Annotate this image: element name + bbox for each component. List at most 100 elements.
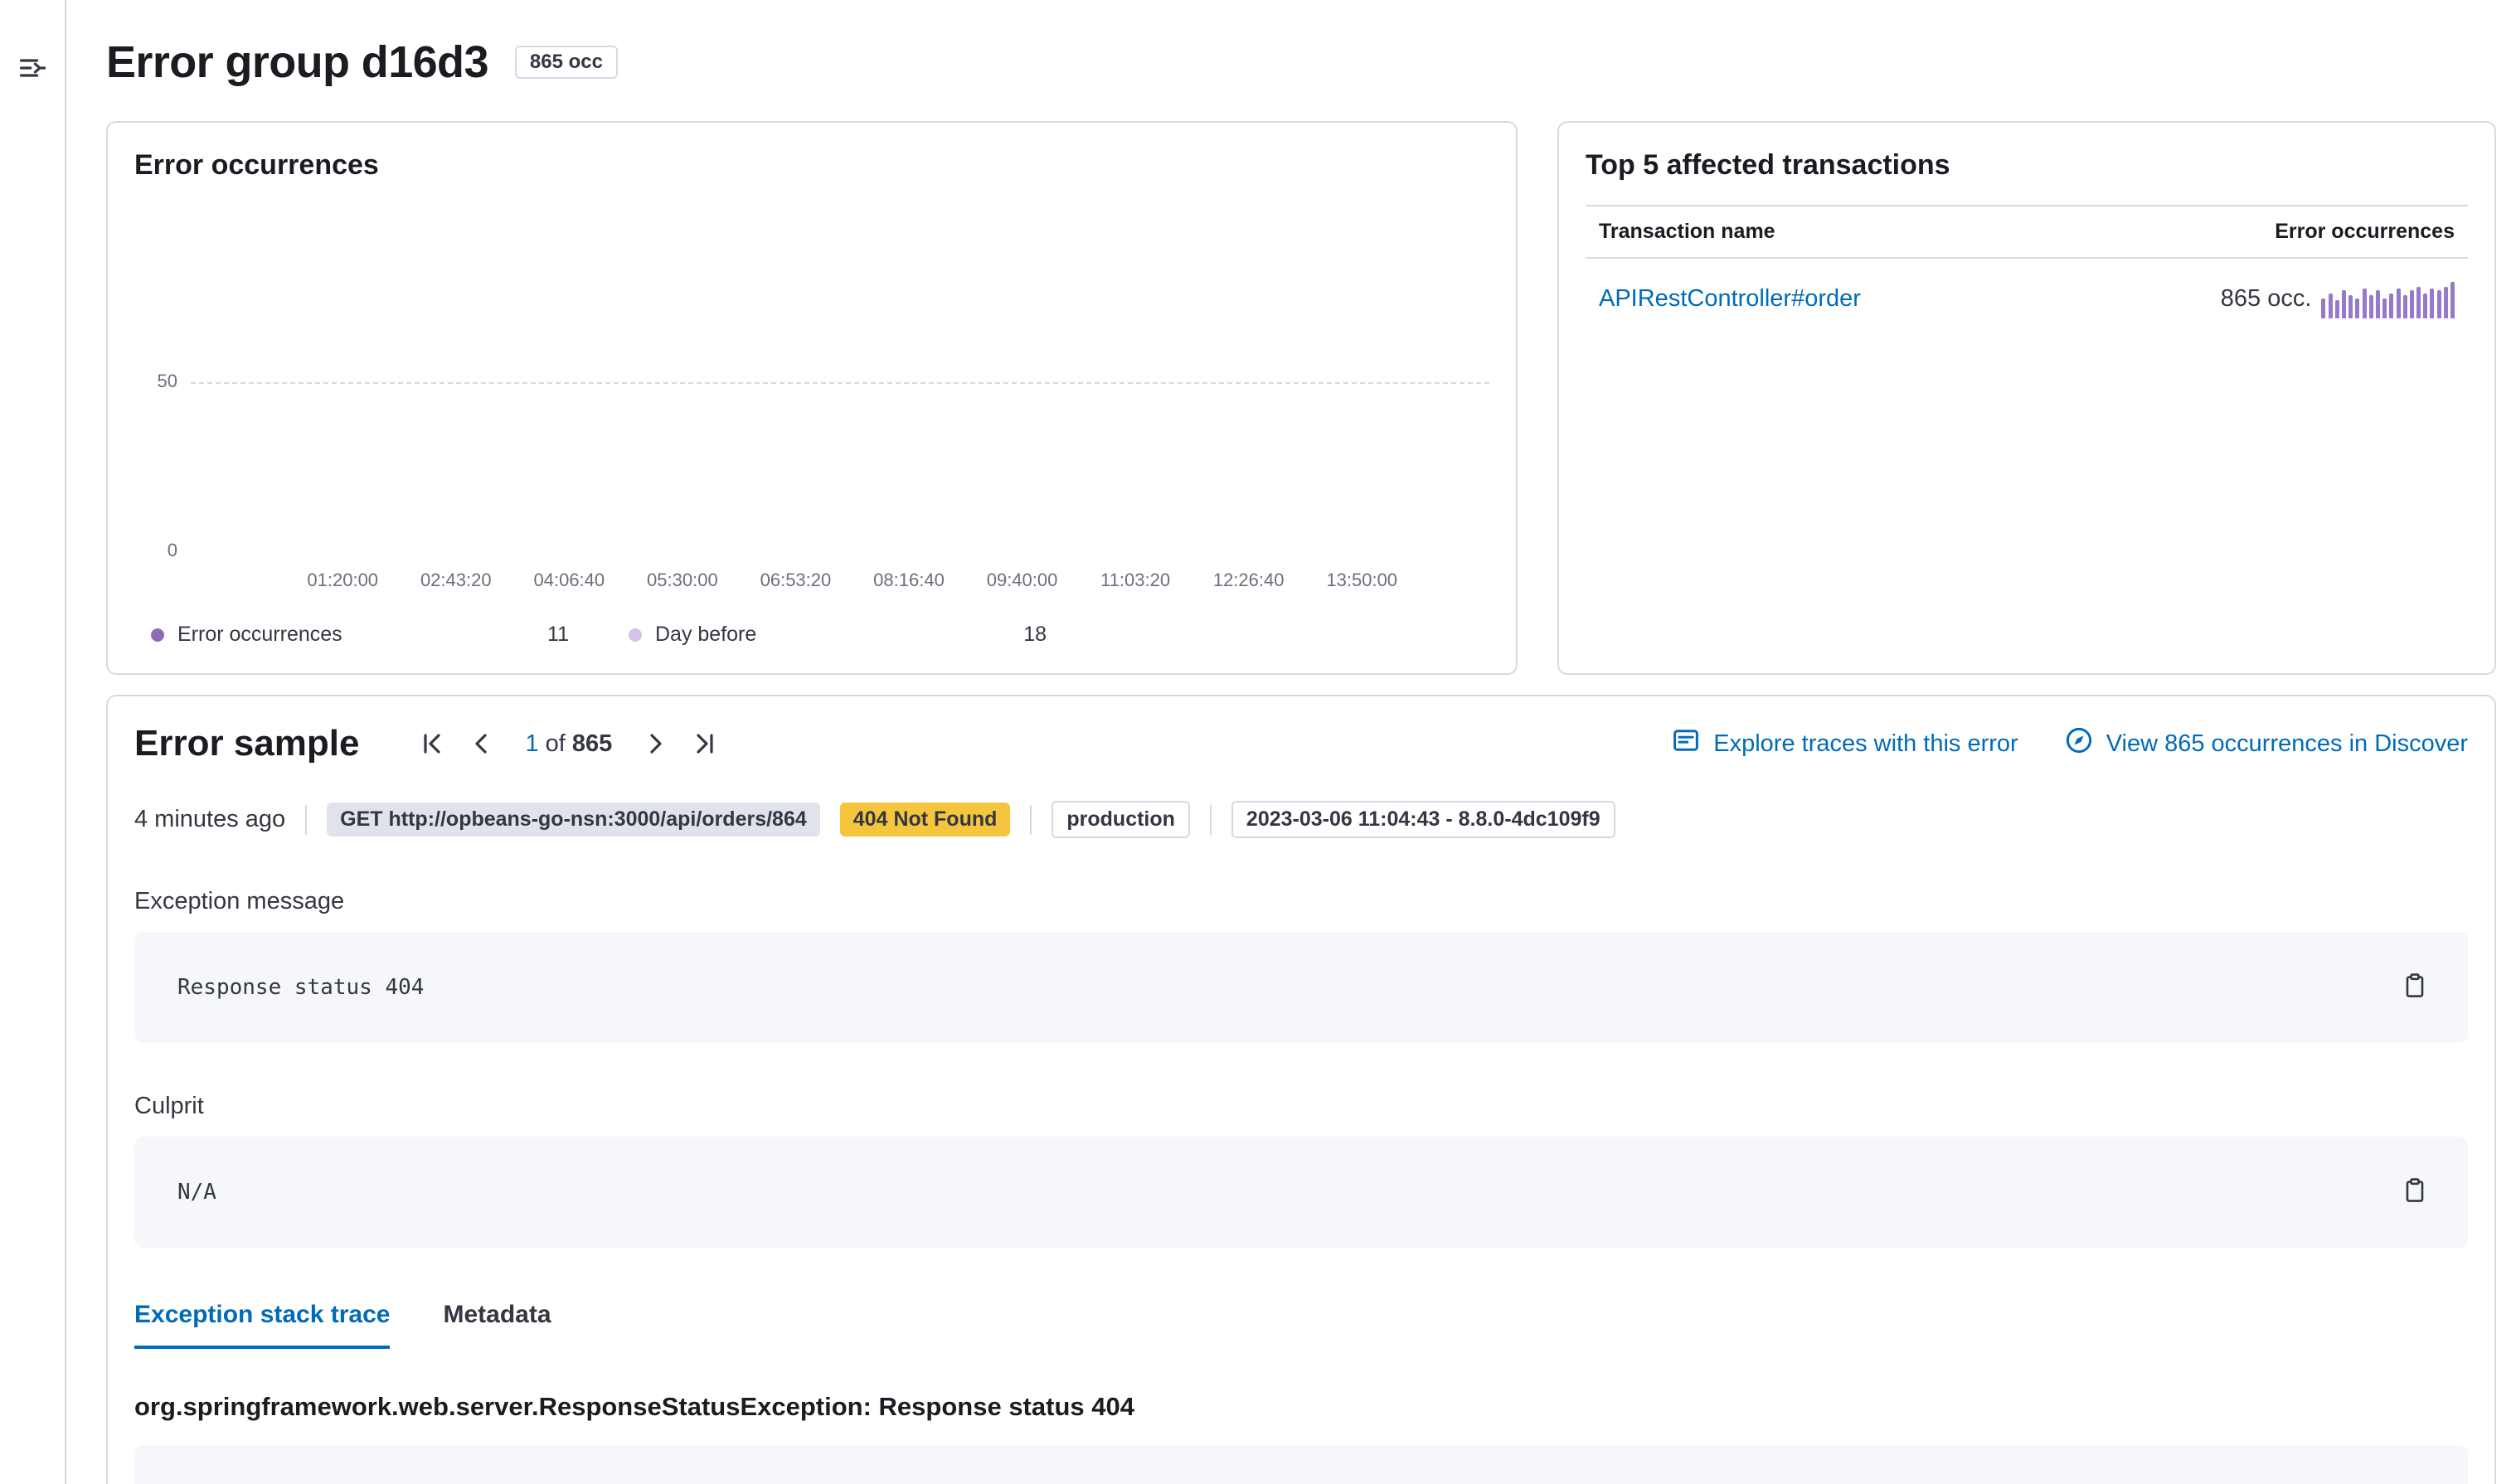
spark-bar [2430,289,2434,318]
page-indicator: 1 of 865 [525,730,612,758]
exception-message-label: Exception message [134,888,2468,915]
column-error-occurrences: Error occurrences [2275,220,2455,244]
chart-legend: Error occurrences 11 Day before18 [134,623,1489,647]
spark-bar [2335,300,2339,318]
spark-bar [2389,293,2393,318]
legend-item-day-before[interactable]: Day before18 [629,623,1106,647]
clipboard-icon [2402,1184,2428,1209]
culprit-label: Culprit [134,1093,2468,1120]
time-ago: 4 minutes ago [134,806,285,833]
error-sample-title: Error sample [134,723,359,764]
spark-bar [2355,298,2359,318]
exception-message-value: Response status 404 [177,975,424,1000]
divider [1030,805,1032,835]
chevron-left-icon [469,737,495,762]
x-tick-label: 11:03:20 [1100,570,1170,591]
legend-item-error-occurrences[interactable]: Error occurrences 11 [151,623,629,647]
sparkline [2321,279,2455,318]
spark-bar [2342,290,2346,318]
x-tick-label: 06:53:20 [760,570,832,591]
spark-bar [2363,289,2367,318]
occurrence-count-badge: 865 occ [515,46,618,79]
transaction-link[interactable]: APIRestController#order [1599,285,1861,313]
chevron-right-icon [642,737,668,762]
x-axis-labels: 01:20:00 02:43:20 04:06:40 05:30:00 06:53:20… [191,570,1489,596]
clipboard-icon [2402,979,2428,1004]
x-tick-label: 08:16:40 [873,570,945,591]
occurrence-count: 865 occ. [2221,285,2312,313]
view-in-discover-label: View 865 occurrences in Discover [2106,730,2468,758]
x-tick-label: 04:06:40 [534,570,605,591]
error-occurrences-title: Error occurrences [134,149,1489,182]
spark-bar [2376,290,2380,318]
error-occurrences-panel: Error occurrences 50 0 01:20:0002:43:200… [106,121,1518,675]
spark-bar [2403,295,2407,318]
page-header: Error group d16d3 865 occ [106,36,2496,88]
culprit-block: N/A [134,1137,2468,1248]
x-tick-label: 12:26:40 [1213,570,1285,591]
error-sample-header: Error sample 1 of 865 [134,723,2468,764]
tab-metadata[interactable]: Metadata [443,1301,551,1349]
menu-expand-icon [17,63,47,88]
column-transaction-name: Transaction name [1599,220,1775,244]
current-page: 1 [525,730,538,757]
x-tick-label: 09:40:00 [987,570,1058,591]
tabs: Exception stack trace Metadata [134,1301,2468,1349]
sample-meta-row: 4 minutes ago GET http://opbeans-go-nsn:… [134,801,2468,838]
x-tick-label: 05:30:00 [647,570,718,591]
last-page-button[interactable] [688,727,721,760]
total-pages: 865 [572,730,612,757]
stack-trace-block: at co.elastic.apm.opbeans.controllers.AP… [134,1445,2468,1484]
occurrences-chart-plot [191,211,1489,556]
legend-value: 18 [1023,623,1047,647]
transactions-table-header: Transaction name Error occurrences [1586,205,2468,259]
x-tick-label: 01:20:00 [307,570,378,591]
sample-pagination: 1 of 865 [415,727,721,760]
status-badge: 404 Not Found [840,803,1011,837]
top-row: Error occurrences 50 0 01:20:0002:43:200… [106,121,2496,675]
trace-waterfall-icon [1672,726,1700,761]
y-tick-label: 0 [134,540,177,561]
copy-exception-message-button[interactable] [2398,969,2431,1006]
sample-actions: Explore traces with this error View 865 … [1672,726,2468,761]
error-sample-panel: Error sample 1 of 865 [106,695,2496,1484]
compass-icon [2065,726,2093,761]
culprit-value: N/A [177,1180,216,1205]
spark-bar [2416,287,2421,318]
first-page-button[interactable] [415,727,449,760]
copy-culprit-button[interactable] [2398,1174,2431,1210]
view-in-discover-link[interactable]: View 865 occurrences in Discover [2065,726,2468,761]
y-tick-label: 50 [134,371,177,392]
spark-bar [2369,295,2373,318]
spark-bar [2397,289,2401,318]
stack-trace-title: org.springframework.web.server.ResponseS… [134,1392,2468,1422]
legend-value: 11 [547,623,569,647]
exception-message-block: Response status 404 [134,932,2468,1043]
previous-page-button[interactable] [465,727,498,760]
affected-transactions-panel: Top 5 affected transactions Transaction … [1557,121,2496,675]
tab-exception-stack-trace[interactable]: Exception stack trace [134,1301,390,1349]
page-title: Error group d16d3 [106,36,488,88]
legend-label: Error occurrences [177,623,342,647]
spark-bar [2382,298,2387,318]
first-page-icon [419,737,445,762]
menu-expand-button[interactable] [14,50,51,86]
main-content: Error group d16d3 865 occ Error occurren… [66,0,2516,1484]
request-badge: GET http://opbeans-go-nsn:3000/api/order… [327,803,820,837]
legend-dot-icon [151,628,164,642]
occurrences-chart: 50 0 01:20:00 02:43:20 04:06:40 05:30:00 06:… [134,211,1489,596]
spark-bar [2450,282,2455,318]
spark-bar [2329,293,2333,318]
x-tick-label: 02:43:20 [420,570,492,591]
version-badge: 2023-03-06 11:04:43 - 8.8.0-4dc109f9 [1231,801,1615,838]
spark-bar [2437,290,2441,318]
environment-badge: production [1052,801,1190,838]
of-label: of [546,730,566,757]
table-row: APIRestController#order 865 occ. [1586,259,2468,338]
divider [305,805,307,835]
explore-traces-link[interactable]: Explore traces with this error [1672,726,2018,761]
next-page-button[interactable] [639,727,672,760]
gridline-50 [191,382,1489,384]
legend-dot-icon [629,628,642,642]
explore-traces-label: Explore traces with this error [1713,730,2018,758]
